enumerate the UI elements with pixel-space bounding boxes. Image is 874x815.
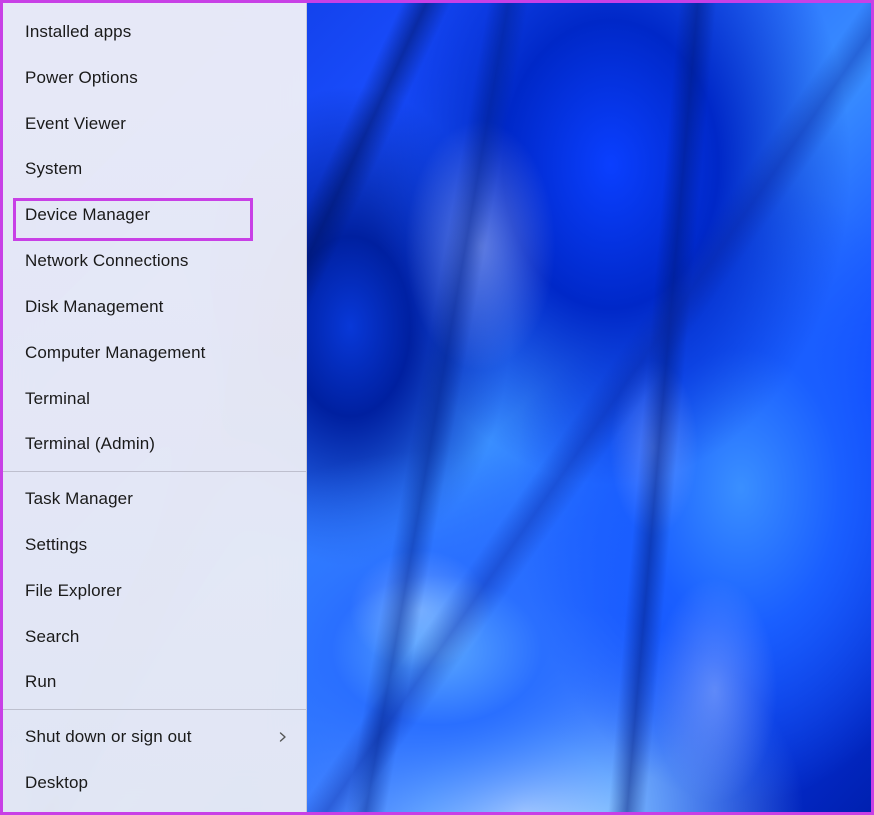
menu-item-file-explorer[interactable]: File Explorer <box>3 568 306 614</box>
menu-item-label: Search <box>25 627 79 647</box>
menu-item-power-options[interactable]: Power Options <box>3 55 306 101</box>
menu-item-label: File Explorer <box>25 581 122 601</box>
menu-item-run[interactable]: Run <box>3 660 306 706</box>
menu-item-label: Computer Management <box>25 343 206 363</box>
menu-item-desktop[interactable]: Desktop <box>3 760 306 806</box>
menu-item-installed-apps[interactable]: Installed apps <box>3 9 306 55</box>
menu-item-computer-management[interactable]: Computer Management <box>3 330 306 376</box>
menu-item-network-connections[interactable]: Network Connections <box>3 238 306 284</box>
menu-item-label: Desktop <box>25 773 88 793</box>
menu-item-label: Device Manager <box>25 205 150 225</box>
menu-item-label: Terminal (Admin) <box>25 434 155 454</box>
menu-item-terminal-admin[interactable]: Terminal (Admin) <box>3 421 306 467</box>
menu-item-label: Shut down or sign out <box>25 727 192 747</box>
menu-item-disk-management[interactable]: Disk Management <box>3 284 306 330</box>
menu-item-label: Run <box>25 672 57 692</box>
menu-item-label: Event Viewer <box>25 114 126 134</box>
menu-item-search[interactable]: Search <box>3 614 306 660</box>
menu-item-device-manager[interactable]: Device Manager <box>3 192 306 238</box>
chevron-right-icon <box>278 730 288 745</box>
winx-context-menu: Installed apps Power Options Event Viewe… <box>3 3 307 812</box>
menu-divider <box>3 471 306 472</box>
menu-item-label: Power Options <box>25 68 138 88</box>
menu-item-label: Disk Management <box>25 297 164 317</box>
menu-item-task-manager[interactable]: Task Manager <box>3 476 306 522</box>
menu-item-system[interactable]: System <box>3 146 306 192</box>
menu-item-label: Network Connections <box>25 251 188 271</box>
menu-item-label: System <box>25 159 82 179</box>
menu-item-label: Task Manager <box>25 489 133 509</box>
menu-item-settings[interactable]: Settings <box>3 522 306 568</box>
menu-item-label: Terminal <box>25 389 90 409</box>
menu-divider <box>3 709 306 710</box>
menu-item-shut-down[interactable]: Shut down or sign out <box>3 714 306 760</box>
menu-item-terminal[interactable]: Terminal <box>3 376 306 422</box>
menu-item-label: Settings <box>25 535 87 555</box>
menu-item-label: Installed apps <box>25 22 131 42</box>
menu-item-event-viewer[interactable]: Event Viewer <box>3 101 306 147</box>
